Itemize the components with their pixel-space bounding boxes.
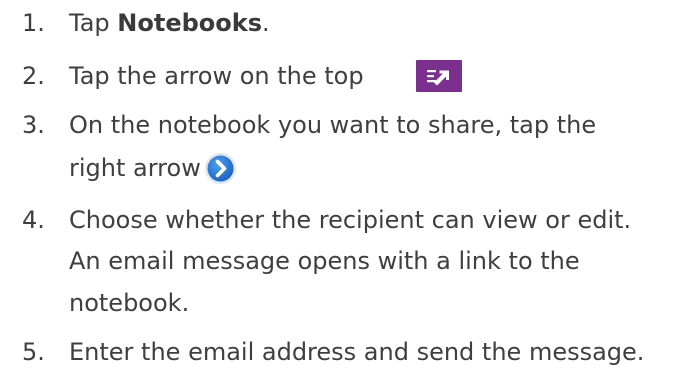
step-text-line-2: An email message opens with a link to th… [69, 247, 580, 275]
step-text-line-1: On the notebook you want to share, tap t… [69, 111, 597, 139]
right-arrow-circle-icon [204, 152, 237, 185]
step-text-line-2: right arrow [69, 154, 201, 182]
instruction-list: 1. Tap Notebooks. 2. Tap the arrow on th… [0, 0, 680, 376]
step-4: 4. Choose whether the recipient can view… [0, 199, 680, 329]
step-text-line-1: Choose whether the recipient can view or… [69, 206, 632, 234]
step-text: Tap the arrow on the top [69, 62, 364, 90]
step-number: 2. [22, 62, 45, 90]
step-number: 3. [22, 111, 45, 139]
step-text-prefix: Tap [69, 9, 118, 37]
step-3: 3. On the notebook you want to share, ta… [0, 104, 680, 188]
notebooks-label: Notebooks [117, 9, 262, 37]
step-text-suffix: . [262, 9, 270, 37]
step-2: 2. Tap the arrow on the top [0, 55, 680, 97]
step-1: 1. Tap Notebooks. [0, 2, 680, 44]
step-5: 5. Enter the email address and send the … [0, 331, 680, 373]
step-text-line-3: notebook. [69, 289, 190, 317]
step-number: 4. [22, 206, 45, 234]
step-number: 1. [22, 9, 45, 37]
step-number: 5. [22, 338, 45, 366]
share-arrow-icon [416, 60, 462, 92]
step-text: Tap Notebooks. [69, 2, 270, 44]
step-text: Enter the email address and send the mes… [69, 338, 645, 366]
